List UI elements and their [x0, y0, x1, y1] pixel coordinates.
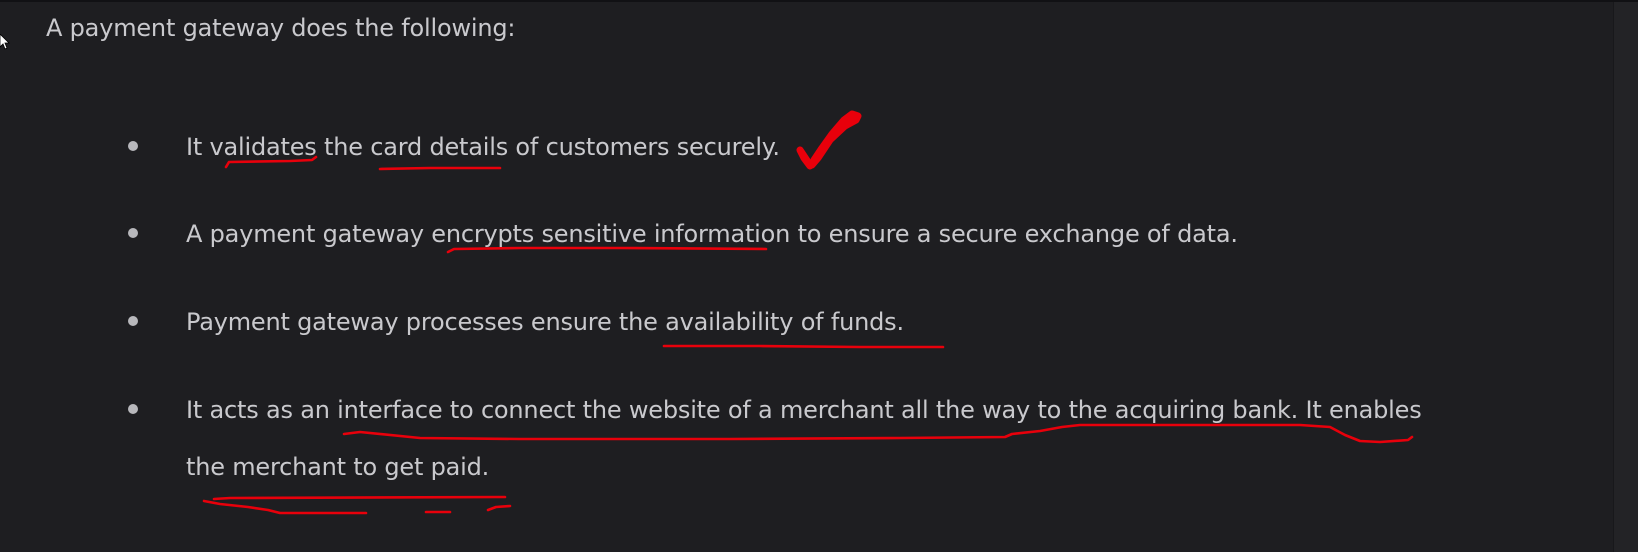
intro-heading: A payment gateway does the following:	[46, 14, 516, 42]
content-area: A payment gateway does the following: It…	[0, 2, 1614, 552]
list-item-text: A payment gateway encrypts sensitive inf…	[186, 220, 1238, 248]
underline-merchant	[212, 495, 507, 501]
underline-merchant-scribble	[202, 499, 368, 515]
list-item-text-continuation: the merchant to get paid.	[186, 453, 490, 481]
list-item-text: It acts as an interface to connect the w…	[186, 396, 1422, 424]
bullet-icon	[128, 228, 138, 238]
bullet-icon	[128, 316, 138, 326]
bullet-icon	[128, 141, 138, 151]
list-item-text: Payment gateway processes ensure the ava…	[186, 308, 904, 336]
scrollbar[interactable]	[1613, 2, 1638, 552]
bullet-icon	[128, 404, 138, 414]
list-item-text: It validates the card details of custome…	[186, 133, 780, 161]
cursor-icon	[0, 34, 10, 50]
checkmark-icon	[796, 110, 862, 170]
underline-merchant-dash-2	[486, 504, 512, 512]
document-viewport: A payment gateway does the following: It…	[0, 0, 1638, 552]
